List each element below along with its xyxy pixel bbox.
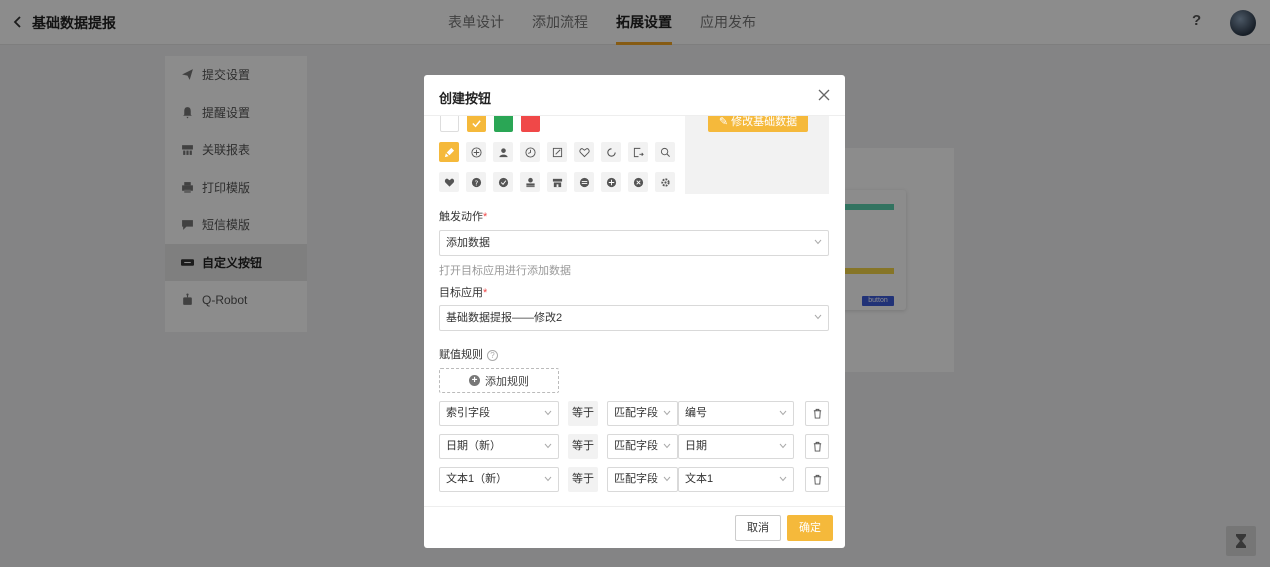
assignment-rules-label: 赋值规则? (439, 346, 498, 362)
chevron-down-icon (814, 239, 822, 245)
close-circle-icon[interactable] (628, 172, 648, 192)
target-field-select[interactable]: 编号 (678, 401, 794, 426)
index-field-value: 文本1（新） (446, 473, 508, 485)
delete-rule-button[interactable] (805, 434, 829, 459)
chevron-down-icon (663, 443, 671, 449)
required-mark: * (483, 287, 488, 299)
chevron-down-icon (663, 476, 671, 482)
index-field-select[interactable]: 索引字段 (439, 401, 559, 426)
color-swatch-orange[interactable] (467, 116, 486, 132)
dialog-header: 创建按钮 (424, 75, 845, 116)
match-type-select[interactable]: 匹配字段 (607, 434, 678, 459)
rule-row: 文本1（新） 等于 匹配字段 文本1 (439, 467, 829, 492)
dialog-footer: 取消 确定 (424, 506, 845, 548)
target-field-value: 文本1 (685, 473, 714, 485)
operator-label: 等于 (568, 434, 598, 459)
rule-row: 索引字段 等于 匹配字段 编号 (439, 401, 829, 426)
cancel-button[interactable]: 取消 (735, 515, 781, 541)
edit-icon[interactable] (547, 142, 567, 162)
operator-label: 等于 (568, 467, 598, 492)
target-field-select[interactable]: 日期 (678, 434, 794, 459)
chevron-down-icon (544, 476, 552, 482)
question-icon[interactable]: ? (466, 172, 486, 192)
rule-row: 日期（新） 等于 匹配字段 日期 (439, 434, 829, 459)
chevron-down-icon (544, 443, 552, 449)
chevron-down-icon (779, 443, 787, 449)
operator-label: 等于 (568, 401, 598, 426)
preview-button-label: 修改基础数据 (731, 116, 798, 128)
brush-icon[interactable] (439, 142, 459, 162)
check-circle-icon[interactable] (493, 172, 513, 192)
target-field-value: 编号 (685, 407, 707, 419)
chevron-down-icon (663, 410, 671, 416)
color-swatch-white[interactable] (440, 116, 459, 132)
heart-outline-icon[interactable] (574, 142, 594, 162)
target-app-label: 目标应用* (439, 284, 487, 300)
confirm-button[interactable]: 确定 (787, 515, 833, 541)
export-icon[interactable] (628, 142, 648, 162)
user-icon[interactable] (493, 142, 513, 162)
trash-icon (813, 408, 821, 419)
add-rule-label: 添加规则 (485, 375, 529, 388)
check-icon (472, 119, 481, 127)
plus-circle-icon: + (469, 375, 480, 386)
index-field-value: 索引字段 (446, 407, 490, 419)
minus-circle-icon[interactable] (574, 172, 594, 192)
color-swatch-green[interactable] (494, 116, 513, 132)
stamp-icon[interactable] (520, 172, 540, 192)
chevron-down-icon (779, 476, 787, 482)
index-field-select[interactable]: 文本1（新） (439, 467, 559, 492)
trigger-action-select[interactable]: 添加数据 (439, 230, 829, 256)
trigger-action-value: 添加数据 (446, 237, 490, 249)
delete-rule-button[interactable] (805, 401, 829, 426)
clock-icon[interactable] (520, 142, 540, 162)
rules-label-text: 赋值规则 (439, 349, 483, 361)
dialog-title: 创建按钮 (439, 91, 492, 106)
trash-icon (813, 441, 821, 452)
close-icon[interactable] (817, 88, 831, 102)
plus-solid-icon[interactable] (601, 172, 621, 192)
dialog-body: ? ✎ 修改基础数据 触发动作* 添加数据 打开目标应用进行添加数据 目标应用*… (424, 116, 845, 506)
chevron-down-icon (779, 410, 787, 416)
color-swatch-red[interactable] (521, 116, 540, 132)
required-mark: * (483, 211, 488, 223)
search-icon[interactable] (655, 142, 675, 162)
trigger-hint: 打开目标应用进行添加数据 (439, 265, 571, 277)
trash-icon (813, 474, 821, 485)
help-circle-icon[interactable]: ? (487, 350, 498, 361)
trigger-action-label: 触发动作* (439, 208, 487, 224)
match-type-select[interactable]: 匹配字段 (607, 467, 678, 492)
match-type-select[interactable]: 匹配字段 (607, 401, 678, 426)
plus-circle-icon[interactable] (466, 142, 486, 162)
gear-icon[interactable] (655, 172, 675, 192)
shop-icon[interactable] (547, 172, 567, 192)
match-type-value: 匹配字段 (614, 440, 658, 452)
brush-icon: ✎ (718, 116, 732, 128)
target-app-value: 基础数据提报——修改2 (446, 312, 563, 324)
target-app-select[interactable]: 基础数据提报——修改2 (439, 305, 829, 331)
chevron-down-icon (814, 314, 822, 320)
match-type-value: 匹配字段 (614, 407, 658, 419)
target-field-select[interactable]: 文本1 (678, 467, 794, 492)
create-button-dialog: 创建按钮 ? ✎ 修改基础数据 触发动作* 添加数据 打开目标应用进行添加数据 … (424, 75, 845, 548)
index-field-value: 日期（新） (446, 440, 501, 452)
match-type-value: 匹配字段 (614, 473, 658, 485)
button-preview-panel: ✎ 修改基础数据 (685, 116, 829, 194)
svg-text:?: ? (474, 178, 478, 187)
preview-custom-button: ✎ 修改基础数据 (708, 116, 808, 132)
target-label-text: 目标应用 (439, 287, 483, 299)
heart-icon[interactable] (439, 172, 459, 192)
trigger-label-text: 触发动作 (439, 211, 483, 223)
target-field-value: 日期 (685, 440, 707, 452)
refresh-icon[interactable] (601, 142, 621, 162)
chevron-down-icon (544, 410, 552, 416)
delete-rule-button[interactable] (805, 467, 829, 492)
add-rule-button[interactable]: + 添加规则 (439, 368, 559, 393)
index-field-select[interactable]: 日期（新） (439, 434, 559, 459)
